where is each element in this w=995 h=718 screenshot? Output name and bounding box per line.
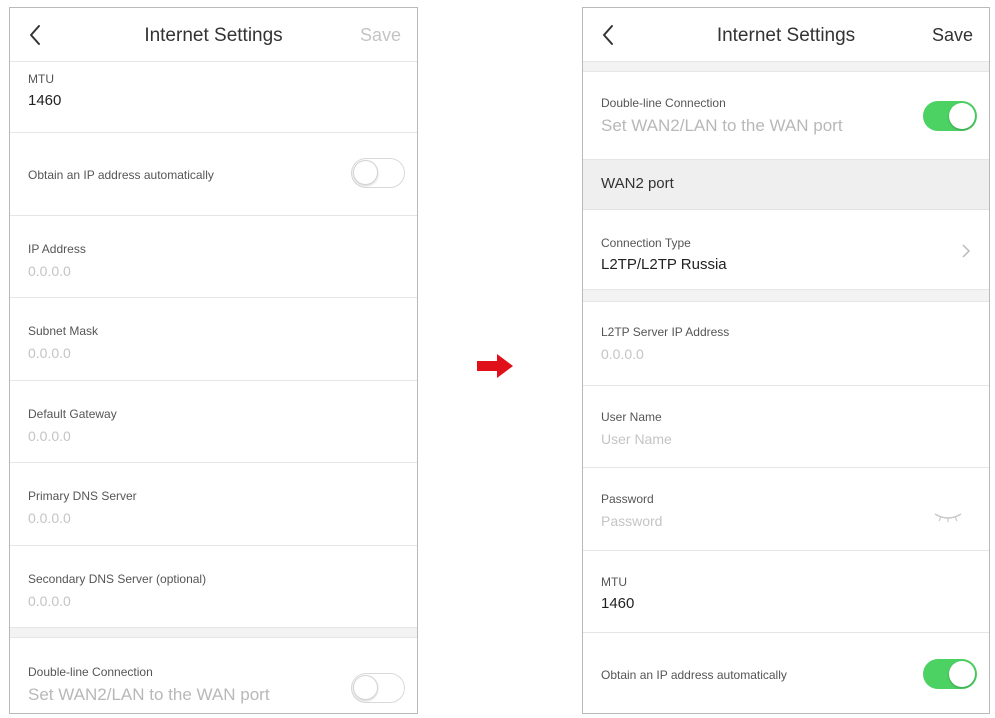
connection-type-value: L2TP/L2TP Russia (601, 256, 727, 273)
subnet-mask-field[interactable]: Subnet Mask 0.0.0.0 (10, 298, 417, 381)
connection-type-label: Connection Type (601, 236, 691, 250)
ip-address-field[interactable]: IP Address 0.0.0.0 (10, 216, 417, 298)
password-label: Password (601, 492, 654, 506)
left-screen: Internet Settings Save MTU 1460 Obtain a… (9, 7, 418, 714)
mtu-value: 1460 (28, 92, 62, 109)
section-divider (583, 62, 989, 72)
secondary-dns-label: Secondary DNS Server (optional) (28, 572, 207, 586)
l2tp-server-input[interactable]: 0.0.0.0 (601, 346, 989, 362)
mtu-field[interactable]: MTU 1460 (10, 62, 417, 133)
section-divider (10, 628, 417, 638)
mtu-field[interactable]: MTU 1460 (583, 551, 989, 633)
right-arrow-icon (477, 354, 513, 378)
nav-bar: Internet Settings Save (583, 8, 989, 62)
save-button[interactable]: Save (932, 25, 973, 46)
secondary-dns-field[interactable]: Secondary DNS Server (optional) 0.0.0.0 (10, 546, 417, 628)
double-line-toggle[interactable] (923, 101, 977, 131)
subnet-mask-input[interactable]: 0.0.0.0 (28, 345, 417, 361)
password-input[interactable]: Password (601, 513, 989, 529)
chevron-right-icon (962, 244, 971, 258)
right-screen: Internet Settings Save Double-line Conne… (582, 7, 990, 714)
connection-type-row[interactable]: Connection Type L2TP/L2TP Russia (583, 210, 989, 290)
default-gateway-field[interactable]: Default Gateway 0.0.0.0 (10, 381, 417, 463)
primary-dns-input[interactable]: 0.0.0.0 (28, 510, 417, 526)
wan2-port-header: WAN2 port (583, 160, 989, 210)
section-divider (583, 290, 989, 302)
mtu-label: MTU (601, 575, 627, 589)
obtain-ip-row: Obtain an IP address automatically (10, 133, 417, 216)
secondary-dns-input[interactable]: 0.0.0.0 (28, 593, 417, 609)
default-gateway-input[interactable]: 0.0.0.0 (28, 428, 417, 444)
primary-dns-label: Primary DNS Server (28, 489, 137, 503)
double-line-row: Double-line Connection Set WAN2/LAN to t… (583, 72, 989, 160)
ip-address-input[interactable]: 0.0.0.0 (28, 263, 417, 279)
l2tp-server-label: L2TP Server IP Address (601, 325, 730, 339)
user-name-field[interactable]: User Name User Name (583, 386, 989, 468)
obtain-ip-toggle[interactable] (923, 659, 977, 689)
mtu-value: 1460 (601, 595, 635, 612)
obtain-ip-label: Obtain an IP address automatically (601, 668, 787, 682)
obtain-ip-label: Obtain an IP address automatically (28, 168, 214, 182)
l2tp-server-field[interactable]: L2TP Server IP Address 0.0.0.0 (583, 302, 989, 386)
obtain-ip-toggle[interactable] (351, 158, 405, 188)
password-field[interactable]: Password Password (583, 468, 989, 551)
eye-closed-icon[interactable] (933, 511, 963, 523)
nav-bar: Internet Settings Save (10, 8, 417, 62)
obtain-ip-row: Obtain an IP address automatically (583, 633, 989, 713)
mtu-label: MTU (28, 72, 54, 86)
subnet-mask-label: Subnet Mask (28, 324, 99, 338)
user-name-label: User Name (601, 410, 662, 424)
save-button[interactable]: Save (360, 25, 401, 46)
page-title: Internet Settings (716, 25, 856, 46)
user-name-input[interactable]: User Name (601, 431, 989, 447)
double-line-toggle[interactable] (351, 673, 405, 703)
double-line-row: Double-line Connection Set WAN2/LAN to t… (10, 638, 417, 713)
ip-address-label: IP Address (28, 242, 86, 256)
primary-dns-field[interactable]: Primary DNS Server 0.0.0.0 (10, 463, 417, 546)
default-gateway-label: Default Gateway (28, 407, 117, 421)
page-title: Internet Settings (144, 25, 283, 46)
